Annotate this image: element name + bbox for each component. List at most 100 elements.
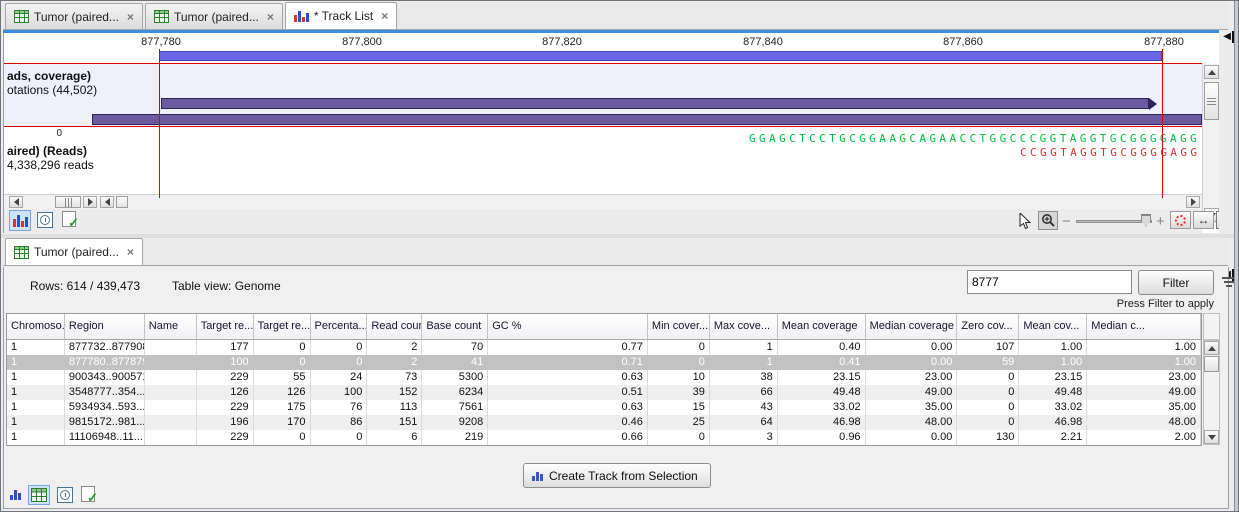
ruler-label: 877,800 xyxy=(332,36,392,48)
collapse-top-panel-button[interactable]: ◀ xyxy=(1219,30,1234,43)
table-view-mode-button[interactable] xyxy=(28,485,50,505)
column-header[interactable]: Read count xyxy=(367,314,422,339)
table-row[interactable]: 111106948..11...2290062190.66030.960.001… xyxy=(7,430,1201,445)
column-header[interactable]: Percenta... xyxy=(311,314,368,339)
scroll-down-button[interactable] xyxy=(1204,430,1219,444)
annotation-bar[interactable] xyxy=(92,114,1202,125)
table-cell: 0 xyxy=(957,370,1019,385)
clock-icon xyxy=(57,487,73,503)
column-header[interactable]: Name xyxy=(145,314,197,339)
coverage-track-title: ads, coverage) xyxy=(7,69,91,83)
table-view-label: Table view: Genome xyxy=(172,279,281,293)
zoom-100-button[interactable]: 1:1 xyxy=(1216,211,1219,229)
table-row[interactable]: 13548777..354...12612610015262340.513966… xyxy=(7,385,1201,400)
table-cell: 1 xyxy=(7,415,65,430)
table-cell: 33.02 xyxy=(1019,400,1087,415)
zoom-out-icon[interactable]: − xyxy=(1062,213,1071,230)
table-cell: 23.00 xyxy=(866,370,958,385)
annotation-bar[interactable] xyxy=(161,98,1149,109)
cursor-icon xyxy=(1019,213,1032,229)
table-cell: 3 xyxy=(710,430,778,445)
reverse-read-sequence: CCGGTAGGTGCGGGGAGG xyxy=(1020,146,1200,159)
scroll-left-button[interactable] xyxy=(100,196,114,208)
fit-width-button[interactable]: ↔ xyxy=(1193,211,1214,229)
column-header[interactable]: Median c... xyxy=(1087,314,1201,339)
scrollbar-thumb[interactable] xyxy=(55,196,81,208)
close-icon[interactable]: × xyxy=(127,10,134,24)
tab-tumor-table-1[interactable]: Tumor (paired... × xyxy=(5,3,143,29)
column-header[interactable]: Max cove... xyxy=(710,314,778,339)
scrollbar-thumb[interactable] xyxy=(1204,82,1219,120)
reads-track-subtitle: 4,338,296 reads xyxy=(7,158,94,172)
scroll-right-button[interactable] xyxy=(1186,196,1200,208)
zoom-to-selection-button[interactable] xyxy=(1170,211,1191,229)
column-header[interactable]: Target re... xyxy=(254,314,311,339)
track-view-toolbar: ✓ − + ↔ 1:1 xyxy=(4,209,1202,233)
table-cell: 76 xyxy=(311,400,368,415)
table-row[interactable]: 1900343..90057122955247353000.63103823.1… xyxy=(7,370,1201,385)
column-header[interactable]: Median coverage xyxy=(866,314,958,339)
close-icon[interactable]: × xyxy=(267,10,274,24)
element-info-button[interactable]: ✓ xyxy=(62,211,76,227)
zoom-slider-thumb[interactable] xyxy=(1141,214,1151,227)
zoom-in-icon[interactable]: + xyxy=(1156,213,1165,230)
filter-input[interactable] xyxy=(967,270,1132,294)
column-header[interactable]: Region xyxy=(65,314,145,339)
track-layout-mode-button[interactable] xyxy=(9,210,31,231)
column-header[interactable]: Mean cov... xyxy=(1019,314,1087,339)
table-cell: 59 xyxy=(957,355,1019,370)
ruler-label: 877,820 xyxy=(532,36,592,48)
element-info-button[interactable]: ✓ xyxy=(81,486,95,502)
table-vertical-scrollbar[interactable] xyxy=(1203,340,1220,445)
pointer-mode-button[interactable] xyxy=(1016,211,1034,230)
scroll-up-button[interactable] xyxy=(1204,341,1219,355)
window-edge xyxy=(1234,1,1239,512)
create-track-button[interactable]: Create Track from Selection xyxy=(523,463,711,488)
table-cell: 9208 xyxy=(422,415,488,430)
zoom-slider[interactable] xyxy=(1076,220,1152,223)
tab-tumor-table-bottom[interactable]: Tumor (paired... × xyxy=(5,238,143,265)
history-view-button[interactable] xyxy=(37,212,53,228)
scroll-up-button[interactable] xyxy=(1204,65,1219,79)
zoom-mode-button[interactable] xyxy=(1038,211,1058,230)
filter-button[interactable]: Filter xyxy=(1138,270,1214,295)
column-header[interactable]: Target re... xyxy=(197,314,254,339)
table-row[interactable]: 15934934..593...2291757611375610.6315433… xyxy=(7,400,1201,415)
table-row[interactable]: 1877732..877908177002700.77010.400.00107… xyxy=(7,340,1201,355)
table-row[interactable]: 19815172..981...1961708615192080.4625644… xyxy=(7,415,1201,430)
column-header[interactable]: Min cover... xyxy=(648,314,710,339)
table-cell: 23.15 xyxy=(1019,370,1087,385)
table-cell: 86 xyxy=(311,415,368,430)
table-cell: 877780..877879 xyxy=(65,355,145,370)
column-header[interactable]: Mean coverage xyxy=(778,314,866,339)
column-header[interactable]: Zero cov... xyxy=(957,314,1019,339)
history-view-button[interactable] xyxy=(57,487,73,503)
column-header[interactable]: Base count xyxy=(422,314,488,339)
scroll-left-button[interactable] xyxy=(9,196,23,208)
column-header[interactable]: GC % xyxy=(488,314,648,339)
table-cell: 152 xyxy=(367,385,422,400)
close-icon[interactable]: × xyxy=(381,9,388,23)
table-row[interactable]: 1877780..877879100002410.71010.410.00591… xyxy=(7,355,1201,370)
track-horizontal-scrollbar[interactable] xyxy=(4,194,1202,209)
selection-left-line xyxy=(159,49,160,198)
table-cell: 1.00 xyxy=(1019,355,1087,370)
table-cell: 126 xyxy=(197,385,254,400)
table-cell: 0.41 xyxy=(778,355,866,370)
column-header[interactable]: Chromoso... xyxy=(7,314,65,339)
panel-divider[interactable] xyxy=(1,234,1239,238)
table-cell: 2 xyxy=(367,340,422,355)
scrollbar-thumb[interactable] xyxy=(1204,356,1219,372)
table-header-row[interactable]: Chromoso...RegionNameTarget re...Target … xyxy=(7,314,1201,340)
tab-tumor-table-2[interactable]: Tumor (paired... × xyxy=(145,3,283,29)
track-vertical-scrollbar[interactable] xyxy=(1202,64,1219,223)
close-icon[interactable]: × xyxy=(127,245,134,259)
table-cell: 49.48 xyxy=(778,385,866,400)
scroll-right-button[interactable] xyxy=(83,196,97,208)
track-list-view[interactable]: 877,780877,800877,820877,840877,860877,8… xyxy=(3,33,1219,233)
tab-track-list[interactable]: * Track List × xyxy=(285,2,397,29)
ruler-label: 877,880 xyxy=(1134,36,1194,48)
table-cell: 151 xyxy=(367,415,422,430)
track-view-mode-button[interactable] xyxy=(10,489,21,500)
scrollbar-thumb[interactable] xyxy=(116,196,128,208)
